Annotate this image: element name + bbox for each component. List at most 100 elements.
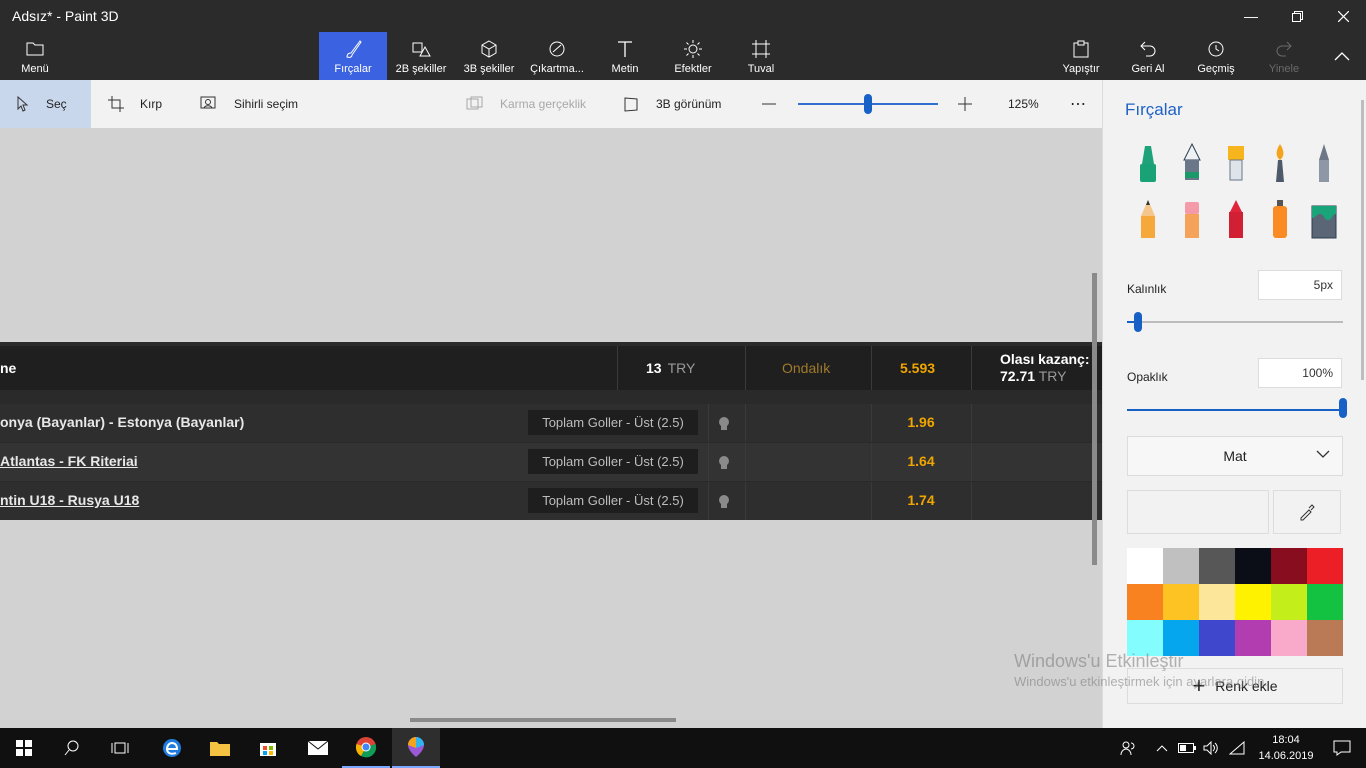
panel-scrollbar[interactable] — [1361, 100, 1364, 380]
color-swatch[interactable] — [1307, 620, 1343, 656]
chrome-button[interactable] — [342, 728, 390, 768]
total-odds: 5.593 — [900, 360, 936, 376]
taskbar: 18:04 14.06.2019 — [0, 728, 1366, 768]
spray-can-icon[interactable] — [1265, 198, 1295, 240]
history-button[interactable]: Geçmiş — [1192, 32, 1240, 80]
crayon-icon[interactable] — [1221, 198, 1251, 240]
match-name: onya (Bayanlar) - Estonya (Bayanlar) — [0, 414, 245, 430]
watermark-title: Windows'u Etkinleştir — [1014, 651, 1184, 671]
mail-button[interactable] — [294, 728, 342, 768]
close-button[interactable] — [1320, 0, 1366, 32]
vertical-scrollbar[interactable] — [1092, 273, 1097, 565]
watercolor-brush-icon[interactable] — [1265, 142, 1295, 184]
fill-bucket-icon[interactable] — [1309, 198, 1339, 240]
minimize-button[interactable]: — — [1228, 0, 1274, 32]
magic-select-button[interactable]: Sihirli seçim — [200, 80, 298, 128]
chevron-up-icon — [1334, 52, 1350, 61]
tab-text[interactable]: Metin — [604, 32, 646, 80]
color-swatch[interactable] — [1307, 584, 1343, 620]
color-swatch[interactable] — [1271, 548, 1307, 584]
more-options-button[interactable]: ⋯ — [1070, 80, 1086, 128]
tab-effects[interactable]: Efektler — [668, 32, 718, 80]
pencil-icon[interactable] — [1133, 198, 1163, 240]
thickness-slider-thumb[interactable] — [1134, 312, 1142, 332]
opacity-slider-thumb[interactable] — [1339, 398, 1347, 418]
tray-overflow-chevron-icon[interactable] — [1152, 728, 1172, 768]
eyedropper-button[interactable] — [1273, 490, 1341, 534]
mixed-reality-button[interactable]: Karma gerçeklik — [466, 80, 586, 128]
search-button[interactable] — [48, 728, 96, 768]
edge-button[interactable] — [148, 728, 196, 768]
paste-button[interactable]: Yapıştır — [1056, 32, 1106, 80]
eraser-icon[interactable] — [1177, 198, 1207, 240]
finish-select[interactable]: Mat — [1127, 436, 1343, 476]
pasted-image[interactable]: ne 13 TRY Ondalık 5.593 Olası kazanç: 72… — [0, 342, 1102, 520]
table-row: ntin U18 - Rusya U18 Toplam Goller - Üst… — [0, 482, 1102, 520]
redo-button[interactable]: Yinele — [1262, 32, 1306, 80]
color-swatch[interactable] — [1271, 620, 1307, 656]
mail-icon — [307, 740, 329, 755]
tab-stickers[interactable]: Çıkartma... — [526, 32, 588, 80]
chrome-icon — [355, 737, 377, 758]
pixel-pen-icon[interactable] — [1309, 142, 1339, 184]
tab-2d-shapes[interactable]: 2B şekiller — [390, 32, 452, 80]
color-swatch[interactable] — [1235, 548, 1271, 584]
people-icon[interactable] — [1116, 728, 1140, 768]
menu-button[interactable]: Menü — [12, 32, 58, 80]
clock[interactable]: 18:04 14.06.2019 — [1258, 732, 1314, 764]
redo-label: Yinele — [1268, 63, 1300, 75]
ribbon: Menü Fırçalar 2B şekiller 3B şekiller Çı… — [0, 32, 1366, 80]
zoom-out-button[interactable] — [762, 80, 776, 128]
marker-brush-icon[interactable] — [1133, 142, 1163, 184]
start-button[interactable] — [0, 728, 48, 768]
match-name: ntin U18 - Rusya U18 — [0, 492, 140, 508]
select-tool-label: Seç — [46, 97, 67, 111]
canvas-area[interactable]: ne 13 TRY Ondalık 5.593 Olası kazanç: 72… — [0, 128, 1102, 728]
opacity-slider-track[interactable] — [1127, 409, 1343, 411]
zoom-in-button[interactable] — [958, 80, 972, 128]
volume-icon[interactable] — [1200, 728, 1222, 768]
color-swatch[interactable] — [1199, 584, 1235, 620]
task-view-button[interactable] — [96, 728, 144, 768]
calligraphy-pen-icon[interactable] — [1177, 142, 1207, 184]
undo-button[interactable]: Geri Al — [1126, 32, 1170, 80]
tab-3d-shapes[interactable]: 3B şekiller — [458, 32, 520, 80]
header-divider — [971, 346, 972, 390]
action-center-button[interactable] — [1322, 728, 1362, 768]
betslip-header: ne 13 TRY Ondalık 5.593 Olası kazanç: 72… — [0, 346, 1102, 390]
store-button[interactable] — [244, 728, 292, 768]
crop-button[interactable]: Kırp — [108, 80, 162, 128]
select-tool-button[interactable]: Seç — [0, 80, 91, 128]
horizontal-scrollbar[interactable] — [410, 718, 676, 722]
oil-brush-icon[interactable] — [1221, 142, 1251, 184]
thickness-input[interactable]: 5px — [1258, 270, 1342, 300]
row-divider — [708, 443, 709, 481]
undo-icon — [1139, 39, 1157, 59]
tab-brushes[interactable]: Fırçalar — [319, 32, 387, 80]
color-swatch[interactable] — [1199, 548, 1235, 584]
3d-view-button[interactable]: 3B görünüm — [624, 80, 721, 128]
wifi-icon[interactable] — [1226, 728, 1248, 768]
potential-amount: 72.71 — [1000, 368, 1036, 384]
restore-button[interactable] — [1274, 0, 1320, 32]
crop-label: Kırp — [140, 97, 163, 111]
thickness-slider-track[interactable] — [1127, 321, 1343, 323]
file-explorer-button[interactable] — [196, 728, 244, 768]
color-swatch[interactable] — [1127, 548, 1163, 584]
brush-icon — [343, 39, 363, 59]
color-swatch[interactable] — [1235, 584, 1271, 620]
collapse-ribbon-button[interactable] — [1326, 32, 1358, 80]
color-swatch[interactable] — [1163, 584, 1199, 620]
color-swatch[interactable] — [1307, 548, 1343, 584]
color-swatch[interactable] — [1127, 584, 1163, 620]
color-swatch[interactable] — [1271, 584, 1307, 620]
opacity-input[interactable]: 100% — [1258, 358, 1342, 388]
paint3d-button[interactable] — [392, 728, 440, 768]
zoom-slider-thumb[interactable] — [864, 94, 872, 114]
row-odds: 1.96 — [907, 414, 935, 430]
battery-icon[interactable] — [1176, 728, 1198, 768]
color-swatch[interactable] — [1163, 548, 1199, 584]
lock-icon — [719, 456, 729, 469]
canvas-icon — [752, 39, 770, 59]
tab-canvas[interactable]: Tuval — [740, 32, 782, 80]
